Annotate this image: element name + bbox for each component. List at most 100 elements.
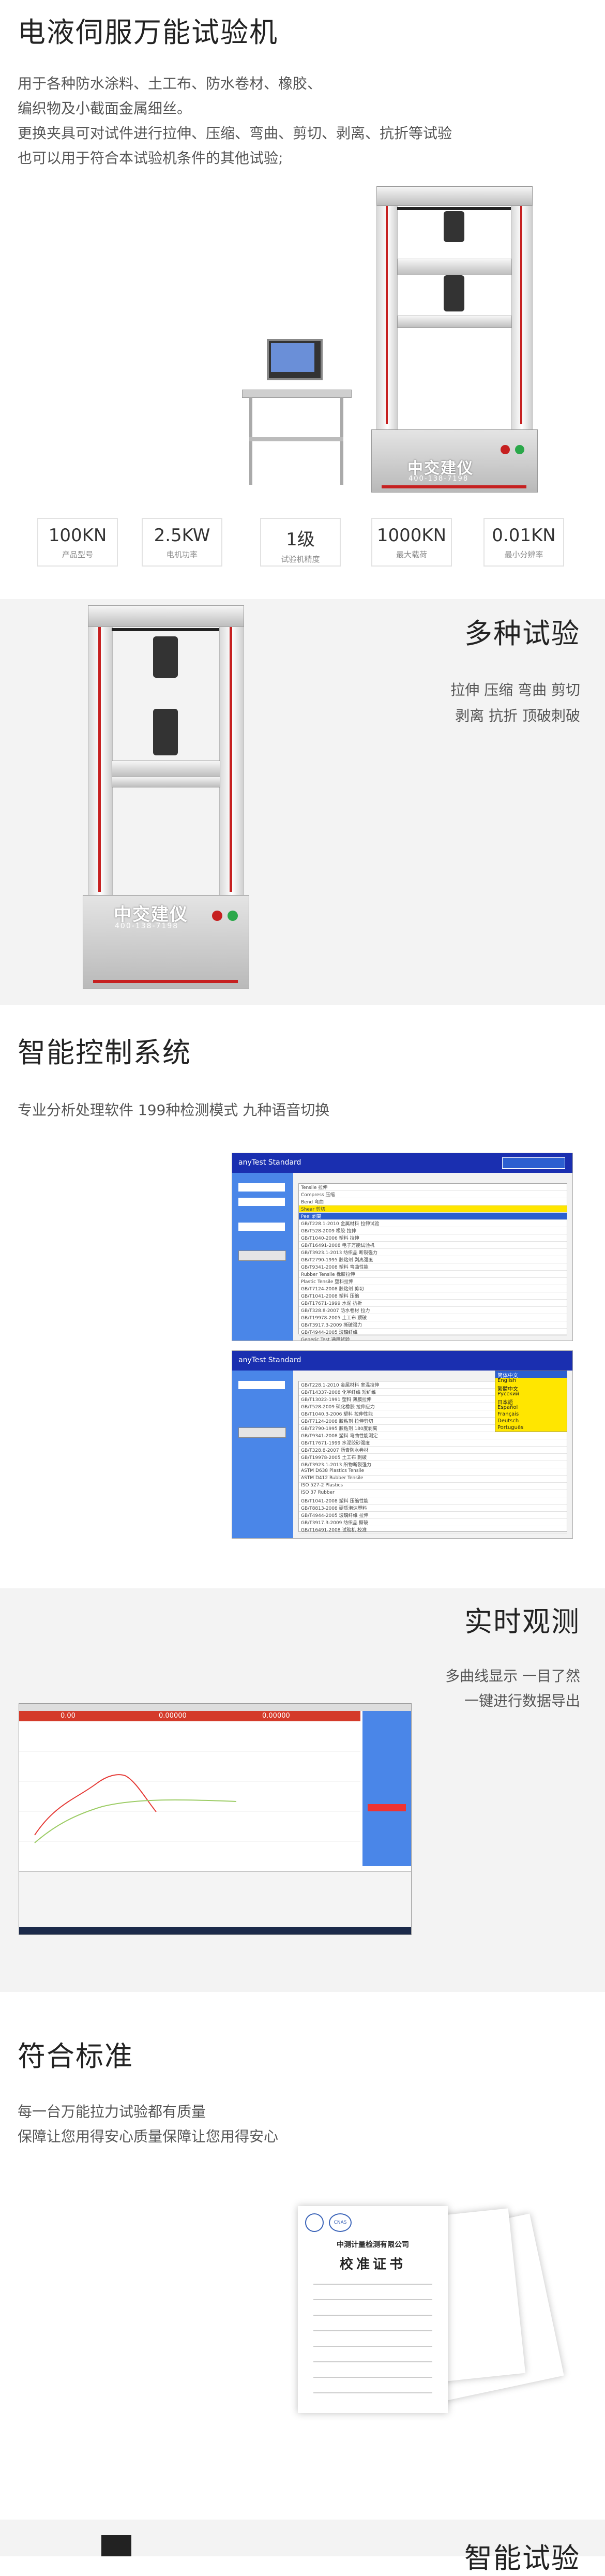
plot-background — [19, 1721, 360, 1871]
table-row[interactable]: ASTM D638 Plastics Tensile — [299, 1468, 567, 1476]
software-logo: anyTest Standard — [238, 1158, 301, 1167]
spec-label: 最大载荷 — [396, 550, 427, 559]
certificate-field-line — [313, 2361, 432, 2362]
table-row[interactable]: GB/T17671-1999 水泥胶砂强度 — [299, 1439, 567, 1447]
language-option[interactable]: English — [495, 1378, 567, 1384]
table-row[interactable]: Tensile 拉伸 — [299, 1184, 567, 1191]
test-standard-table: Tensile 拉伸 Compress 压缩 Bend 弯曲 Shear 剪切 Peel… — [298, 1183, 567, 1341]
table-row[interactable]: ISO 37 Rubber — [299, 1490, 567, 1497]
testing-machine-illustration-large: 中交建仪 400-138-7198 — [83, 605, 249, 999]
sidebar-input[interactable] — [238, 1381, 285, 1389]
table-row[interactable]: GB/T16491-2008 试验机 校准 — [299, 1526, 567, 1533]
sidebar-button[interactable] — [238, 1250, 286, 1261]
table-row[interactable]: GB/T328.8-2007 沥青防水卷材 — [299, 1447, 567, 1454]
table-row[interactable]: Rubber Tensile 橡胶拉伸 — [299, 1271, 567, 1278]
certificate-field-line — [313, 2377, 432, 2378]
language-option[interactable]: 日本語 — [495, 1398, 567, 1406]
language-select[interactable] — [502, 1157, 565, 1169]
software-window-test-list: anyTest Standard Tensile 拉伸 Compress 压缩 Be… — [232, 1153, 573, 1341]
certificate-field-line — [313, 2299, 432, 2300]
window-title-bar — [19, 1704, 411, 1711]
table-row[interactable]: ISO 527-2 Plastics — [299, 1483, 567, 1490]
language-option[interactable]: Français — [495, 1411, 567, 1418]
readout-displacement: 0.00000 — [159, 1712, 187, 1720]
table-row[interactable]: Compress 压缩 — [299, 1191, 567, 1198]
table-row[interactable]: GB/T228.1-2010 金属材料 拉伸试验 — [299, 1220, 567, 1227]
table-row[interactable]: GB/T328.8-2007 防水卷材 拉力 — [299, 1307, 567, 1314]
table-row[interactable]: GB/T1040-2006 塑料 拉伸 — [299, 1234, 567, 1242]
certificate-field-line — [313, 2346, 432, 2347]
table-row[interactable]: ASTM D412 Rubber Tensile — [299, 1476, 567, 1483]
machine-top-partial — [101, 2535, 131, 2556]
table-row[interactable]: GB/T17671-1999 水泥 抗折 — [299, 1300, 567, 1307]
table-row[interactable]: GB/T2790-1995 胶粘剂 剥离强度 — [299, 1256, 567, 1263]
language-option[interactable]: Português — [495, 1425, 567, 1432]
force-curve-plot — [19, 1721, 360, 1871]
table-row[interactable]: GB/T528-2009 橡胶 拉伸 — [299, 1227, 567, 1234]
table-row[interactable]: GB/T3923.1-2013 织物断裂强力 — [299, 1461, 567, 1468]
language-option[interactable]: Español — [495, 1405, 567, 1411]
table-row[interactable]: GB/T4944-2005 玻璃纤维 — [299, 1329, 567, 1336]
language-option[interactable]: 繁體中文 — [495, 1384, 567, 1392]
spec-value: 100KN — [48, 525, 107, 546]
section5-title: 符合标准 — [18, 2040, 133, 2073]
software-window-language: anyTest Standard GB/T228.1-2010 金属材料 室温拉… — [232, 1350, 573, 1539]
table-row[interactable]: GB/T19978-2005 土工布 刺破 — [299, 1454, 567, 1461]
machine-phone-watermark: 400-138-7198 — [409, 475, 469, 483]
cnas-logo-icon: CNAS — [329, 2213, 352, 2232]
table-row[interactable]: GB/T16491-2008 电子万能试验机 — [299, 1242, 567, 1249]
language-option[interactable]: Русский — [495, 1391, 567, 1398]
window-title-bar: anyTest Standard — [232, 1153, 572, 1173]
language-option[interactable]: 简体中文 — [495, 1371, 567, 1379]
certificate-field-line — [313, 2392, 432, 2393]
table-row[interactable]: Bend 弯曲 — [299, 1198, 567, 1205]
table-row[interactable]: Generic Test 通用试验 — [299, 1336, 567, 1341]
control-panel — [362, 1711, 411, 1866]
window-sidebar — [232, 1371, 293, 1538]
section3-subtitle: 专业分析处理软件 199种检测模式 九种语音切换 — [18, 1101, 330, 1119]
spec-value: 1级 — [286, 529, 315, 550]
spec-box-resolution: 0.01KN 最小分辨率 — [483, 518, 564, 567]
section3-title: 智能控制系统 — [18, 1036, 191, 1069]
table-row[interactable]: GB/T3917.3-2009 纺织品 撕破 — [299, 1519, 567, 1526]
table-row[interactable]: GB/T8813-2008 硬质泡沫塑料 — [299, 1505, 567, 1512]
table-row[interactable]: GB/T7124-2008 胶粘剂 剪切 — [299, 1285, 567, 1292]
table-row[interactable]: GB/T4944-2005 玻璃纤维 拉伸 — [299, 1512, 567, 1519]
sidebar-input[interactable] — [238, 1223, 285, 1231]
spec-value: 0.01KN — [492, 525, 556, 546]
certificate-title: 校准证书 — [339, 2257, 406, 2272]
section6-title: 智能试验 — [464, 2542, 580, 2574]
table-row[interactable]: Shear 剪切 — [299, 1205, 567, 1213]
table-row[interactable]: GB/T1041-2008 塑料 压缩 — [299, 1292, 567, 1300]
window-title-bar: anyTest Standard — [232, 1351, 572, 1371]
machine-phone-watermark: 400-138-7198 — [115, 922, 179, 930]
table-row[interactable]: Plastic Tensile 塑料拉伸 — [299, 1278, 567, 1285]
result-table — [19, 1871, 411, 1928]
sidebar-button[interactable] — [238, 1427, 286, 1438]
table-row[interactable]: GB/T3917.3-2009 撕破强力 — [299, 1321, 567, 1329]
testing-machine-illustration: 中交建仪 400-138-7198 — [371, 186, 538, 497]
sidebar-input[interactable] — [238, 1183, 285, 1192]
language-option[interactable]: Deutsch — [495, 1418, 567, 1425]
table-row[interactable]: GB/T9341-2008 塑料 弯曲性能测定 — [299, 1432, 567, 1439]
section4-line-1: 多曲线显示 一目了然 — [445, 1667, 580, 1685]
table-row[interactable]: Peel 剥离 — [299, 1213, 567, 1220]
spec-box-max-load: 1000KN 最大载荷 — [371, 518, 452, 567]
table-row[interactable]: GB/T19978-2005 土工布 顶破 — [299, 1314, 567, 1321]
certificate-field-line — [313, 2330, 432, 2331]
section1-line-2: 编织物及小截面金属细丝。 — [18, 100, 192, 117]
table-row[interactable]: GB/T3923.1-2013 纺织品 断裂强力 — [299, 1249, 567, 1256]
spec-label: 产品型号 — [62, 550, 93, 559]
table-row[interactable]: GB/T9341-2008 塑料 弯曲性能 — [299, 1263, 567, 1271]
software-logo: anyTest Standard — [238, 1356, 301, 1364]
sidebar-input[interactable] — [238, 1198, 285, 1206]
language-dropdown[interactable]: 简体中文 English 繁體中文 Русский 日本語 Español Français… — [495, 1371, 567, 1432]
table-row[interactable]: GB/T1041-2008 塑料 压缩性能 — [299, 1497, 567, 1505]
spec-value: 2.5KW — [154, 525, 210, 546]
spec-box-accuracy: 1级 试验机精度 — [260, 518, 341, 567]
section2-line-1: 拉伸 压缩 弯曲 剪切 — [450, 681, 580, 698]
readout-deformation: 0.00000 — [262, 1712, 290, 1720]
spec-value: 1000KN — [376, 525, 447, 546]
stop-button[interactable] — [368, 1804, 406, 1811]
metrology-seal-icon — [305, 2213, 324, 2232]
